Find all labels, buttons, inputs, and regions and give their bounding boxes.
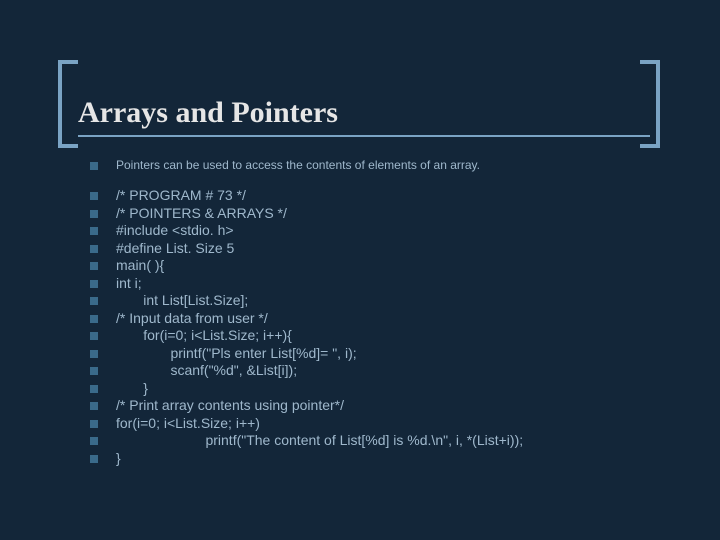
code-text: for(i=0; i<List.Size; i++) — [116, 415, 680, 433]
intro-row: Pointers can be used to access the conte… — [90, 158, 680, 173]
bullet-icon — [90, 332, 98, 340]
slide-body: Pointers can be used to access the conte… — [90, 158, 680, 467]
bullet-icon — [90, 420, 98, 428]
bullet-icon — [90, 192, 98, 200]
bullet-icon — [90, 315, 98, 323]
code-text: for(i=0; i<List.Size; i++){ — [116, 327, 680, 345]
code-text: /* POINTERS & ARRAYS */ — [116, 205, 680, 223]
bullet-icon — [90, 227, 98, 235]
code-text: int i; — [116, 275, 680, 293]
code-line: /* PROGRAM # 73 */ — [90, 187, 680, 205]
code-block: /* PROGRAM # 73 *//* POINTERS & ARRAYS *… — [90, 187, 680, 467]
code-line: /* POINTERS & ARRAYS */ — [90, 205, 680, 223]
code-text: #include <stdio. h> — [116, 222, 680, 240]
bullet-icon — [90, 402, 98, 410]
code-line: /* Input data from user */ — [90, 310, 680, 328]
code-line: } — [90, 380, 680, 398]
code-line: main( ){ — [90, 257, 680, 275]
code-text: printf("Pls enter List[%d]= ", i); — [116, 345, 680, 363]
intro-text: Pointers can be used to access the conte… — [116, 158, 680, 173]
code-line: printf("Pls enter List[%d]= ", i); — [90, 345, 680, 363]
code-line: /* Print array contents using pointer*/ — [90, 397, 680, 415]
slide: Arrays and Pointers Pointers can be used… — [0, 0, 720, 540]
bullet-icon — [90, 350, 98, 358]
code-text: } — [116, 450, 680, 468]
code-text: int List[List.Size]; — [116, 292, 680, 310]
bullet-icon — [90, 280, 98, 288]
code-line: #include <stdio. h> — [90, 222, 680, 240]
code-line: #define List. Size 5 — [90, 240, 680, 258]
code-line: } — [90, 450, 680, 468]
code-text: /* Print array contents using pointer*/ — [116, 397, 680, 415]
bracket-left-decoration — [58, 60, 78, 148]
bullet-icon — [90, 385, 98, 393]
code-line: int List[List.Size]; — [90, 292, 680, 310]
code-text: } — [116, 380, 680, 398]
code-text: scanf("%d", &List[i]); — [116, 362, 680, 380]
bullet-icon — [90, 245, 98, 253]
code-line: printf("The content of List[%d] is %d.\n… — [90, 432, 680, 450]
bullet-icon — [90, 297, 98, 305]
bullet-icon — [90, 437, 98, 445]
code-line: for(i=0; i<List.Size; i++){ — [90, 327, 680, 345]
bullet-icon — [90, 455, 98, 463]
code-text: #define List. Size 5 — [116, 240, 680, 258]
code-text: /* PROGRAM # 73 */ — [116, 187, 680, 205]
code-line: scanf("%d", &List[i]); — [90, 362, 680, 380]
code-line: for(i=0; i<List.Size; i++) — [90, 415, 680, 433]
code-text: printf("The content of List[%d] is %d.\n… — [116, 432, 680, 450]
bullet-icon — [90, 210, 98, 218]
bullet-icon — [90, 367, 98, 375]
code-text: main( ){ — [116, 257, 680, 275]
bullet-icon — [90, 162, 98, 170]
slide-title: Arrays and Pointers — [78, 96, 650, 137]
code-line: int i; — [90, 275, 680, 293]
bullet-icon — [90, 262, 98, 270]
code-text: /* Input data from user */ — [116, 310, 680, 328]
